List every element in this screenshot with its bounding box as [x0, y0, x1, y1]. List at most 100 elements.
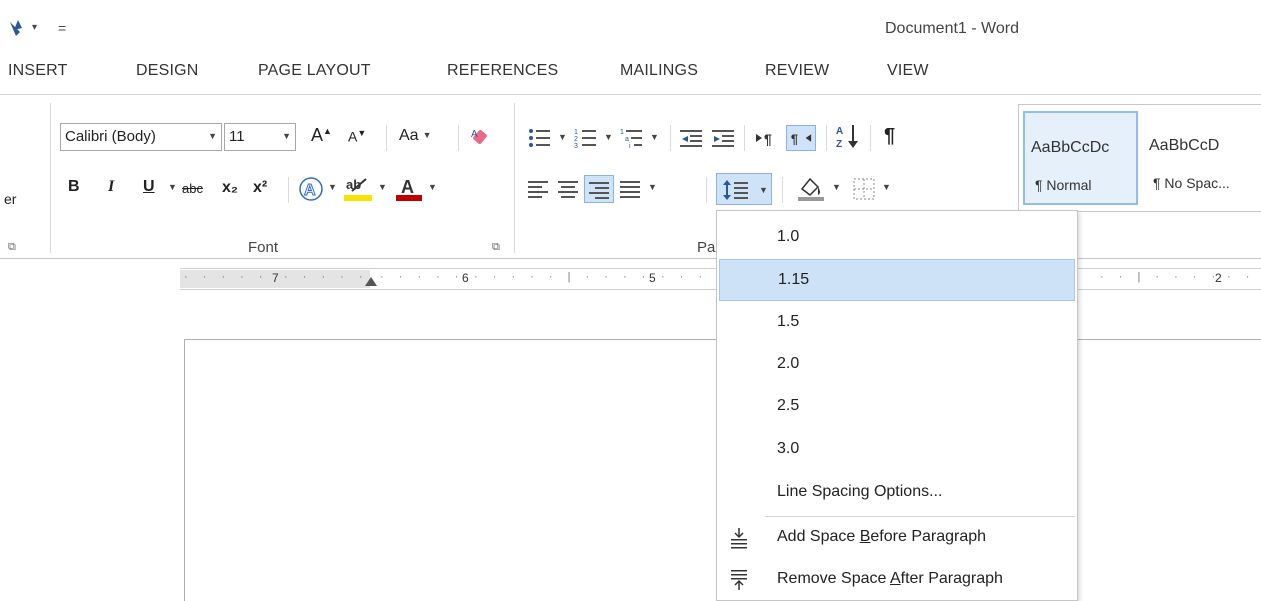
bold-button[interactable]: B: [68, 178, 80, 196]
justify-icon[interactable]: [620, 179, 642, 199]
tab-mailings[interactable]: MAILINGS: [620, 62, 698, 80]
line-spacing-button[interactable]: ▼: [716, 173, 772, 205]
menu-item-label: Add Space Before Paragraph: [777, 528, 986, 546]
borders-icon[interactable]: [852, 177, 876, 201]
chevron-down-icon: ▼: [882, 182, 891, 192]
access-key: A: [889, 570, 901, 587]
font-launcher-icon[interactable]: ⧉: [492, 241, 500, 254]
shading-icon[interactable]: [796, 175, 826, 203]
chevron-down-icon[interactable]: ▼: [208, 131, 217, 141]
ruler-ticks: · · · · ·: [284, 271, 369, 283]
sort-icon[interactable]: A Z: [836, 123, 862, 151]
menu-item-remove-space-after[interactable]: Remove Space After Paragraph: [719, 559, 1075, 601]
grow-font-button[interactable]: A▲: [311, 125, 332, 146]
ruler-ticks: · · · · ·: [184, 271, 269, 283]
font-name-combo[interactable]: Calibri (Body) ▼: [60, 123, 222, 151]
chevron-down-icon: ▼: [650, 132, 659, 142]
menu-item-spacing-2-0[interactable]: 2.0: [719, 344, 1075, 386]
style-normal[interactable]: AaBbCcDc ¶ Normal: [1023, 111, 1138, 205]
align-right-icon: [589, 182, 609, 199]
clear-formatting-icon[interactable]: A: [468, 125, 492, 149]
menu-item-spacing-3-0[interactable]: 3.0: [719, 429, 1075, 471]
borders-dropdown[interactable]: ▼: [878, 179, 891, 196]
decrease-indent-icon[interactable]: [680, 127, 704, 149]
ltr-text-direction-icon[interactable]: ¶: [754, 127, 782, 149]
tab-references[interactable]: REFERENCES: [447, 62, 558, 80]
highlight-dropdown[interactable]: ▼: [374, 179, 387, 196]
superscript-button[interactable]: x²: [253, 179, 267, 197]
show-formatting-marks-button[interactable]: ¶: [884, 125, 895, 148]
document-title: Document1 - Word: [885, 20, 1019, 37]
shrink-font-button[interactable]: A▼: [348, 128, 366, 145]
tab-review[interactable]: REVIEW: [765, 62, 829, 80]
rtl-text-direction-icon[interactable]: ¶: [786, 125, 816, 151]
svg-text:A: A: [836, 126, 843, 137]
ruler-ticks: · · · · · | · · · ·: [474, 271, 652, 283]
svg-text:A: A: [471, 129, 478, 140]
svg-text:2: 2: [574, 136, 578, 143]
align-right-button[interactable]: [584, 175, 614, 203]
style-name: ¶ Normal: [1035, 177, 1092, 193]
font-size-combo[interactable]: 11 ▼: [224, 123, 296, 151]
font-color-dropdown[interactable]: ▼: [424, 179, 437, 196]
style-no-spacing[interactable]: AaBbCcD ¶ No Spac...: [1143, 111, 1261, 205]
tab-insert[interactable]: INSERT: [8, 62, 68, 80]
tab-view[interactable]: VIEW: [887, 62, 929, 80]
group-divider: [514, 103, 515, 253]
ruler-ticks: · · ·: [661, 271, 709, 283]
increase-indent-icon[interactable]: [712, 127, 736, 149]
menu-item-label: 1.15: [778, 271, 810, 288]
text-effects-icon[interactable]: A: [298, 175, 326, 203]
font-name-value: Calibri (Body): [65, 128, 156, 145]
format-painter-icon[interactable]: [6, 18, 26, 42]
chevron-down-icon[interactable]: ▼: [282, 131, 291, 141]
line-spacing-icon: [723, 180, 748, 200]
style-name: ¶ No Spac...: [1153, 175, 1230, 191]
menu-item-spacing-1-0[interactable]: 1.0: [719, 217, 1075, 259]
font-group-label: Font: [248, 239, 279, 256]
shading-dropdown[interactable]: ▼: [828, 179, 841, 196]
menu-item-add-space-before[interactable]: Add Space Before Paragraph: [719, 517, 1075, 559]
label-part: Remove Space: [777, 570, 890, 587]
customize-qat-button[interactable]: =: [58, 20, 66, 36]
chevron-down-icon: ▼: [428, 182, 437, 192]
chevron-down-icon: ▼: [759, 185, 768, 195]
underline-button[interactable]: U: [143, 178, 155, 196]
bullets-dropdown[interactable]: ▼: [554, 129, 567, 146]
strikethrough-button[interactable]: abc: [182, 181, 203, 196]
svg-text:3: 3: [574, 143, 578, 149]
menu-item-spacing-1-5[interactable]: 1.5: [719, 302, 1075, 344]
clipboard-launcher-icon[interactable]: ⧉: [8, 241, 16, 254]
highlight-color-icon[interactable]: ab: [342, 173, 376, 203]
multilevel-list-icon[interactable]: 1 a i: [620, 127, 644, 149]
menu-item-spacing-1-15[interactable]: 1.15: [719, 259, 1075, 301]
underline-dropdown[interactable]: ▼: [164, 179, 177, 196]
menu-item-label: 1.5: [777, 313, 800, 330]
chevron-down-icon: ▼: [422, 130, 432, 140]
align-center-icon[interactable]: [558, 179, 580, 199]
italic-button[interactable]: I: [108, 178, 114, 196]
bullets-icon[interactable]: [528, 127, 552, 149]
menu-item-line-spacing-options[interactable]: Line Spacing Options...: [719, 472, 1075, 514]
numbering-icon[interactable]: 1 2 3: [574, 127, 598, 149]
text-effects-dropdown[interactable]: ▼: [324, 179, 337, 196]
align-left-icon[interactable]: [528, 179, 550, 199]
subscript-button[interactable]: x₂: [222, 179, 238, 197]
qat-dropdown-arrow[interactable]: ▾: [32, 22, 37, 33]
multilevel-dropdown[interactable]: ▼: [646, 129, 659, 146]
menu-item-spacing-2-5[interactable]: 2.5: [719, 386, 1075, 428]
ruler-number: 2: [1215, 271, 1222, 285]
indent-marker[interactable]: [365, 277, 377, 286]
chevron-down-icon: ▼: [328, 182, 337, 192]
numbering-dropdown[interactable]: ▼: [600, 129, 613, 146]
tab-page-layout[interactable]: PAGE LAYOUT: [258, 62, 371, 80]
access-key: B: [859, 528, 871, 545]
chevron-down-icon: ▼: [558, 132, 567, 142]
ruler-ticks: · · · · ·: [380, 271, 465, 283]
justify-dropdown[interactable]: ▼: [644, 179, 657, 196]
change-case-button[interactable]: Aa ▼: [399, 127, 432, 145]
ruler-number: 6: [462, 271, 469, 285]
title-bar: ▾ = Document1 - Word: [0, 0, 1261, 60]
font-color-icon[interactable]: A: [394, 173, 424, 203]
tab-design[interactable]: DESIGN: [136, 62, 199, 80]
